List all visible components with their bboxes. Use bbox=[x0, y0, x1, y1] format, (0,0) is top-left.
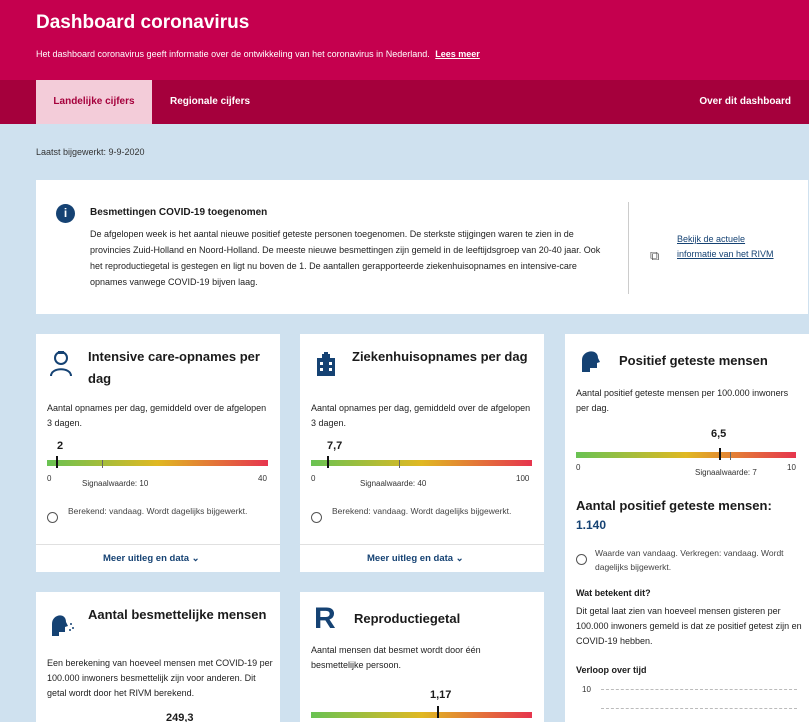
trend-gridline bbox=[601, 708, 797, 709]
ic-signal-label: Signaalwaarde: 10 bbox=[82, 479, 149, 488]
hospital-title: Ziekenhuisopnames per dag bbox=[352, 349, 528, 364]
what-does-it-mean-title: Wat betekent dit? bbox=[576, 588, 651, 598]
hospital-description: Aantal opnames per dag, gemiddeld over d… bbox=[311, 403, 531, 428]
alert-card: i Besmettingen COVID-19 toegenomen De af… bbox=[36, 180, 808, 314]
hospital-divider bbox=[300, 544, 544, 545]
positive-count-title: Aantal positief geteste mensen: bbox=[576, 498, 772, 513]
hospital-icon bbox=[315, 352, 337, 383]
reproduction-description: Aantal mensen dat besmet wordt door één … bbox=[311, 645, 481, 670]
hospital-more-button[interactable]: Meer uitleg en data ⌄ bbox=[367, 553, 464, 564]
positive-signal-marker bbox=[730, 452, 731, 460]
infectious-description: Een berekening van hoeveel mensen met CO… bbox=[47, 658, 273, 698]
hospital-signal-label: Signaalwaarde: 40 bbox=[360, 479, 427, 488]
clock-icon bbox=[576, 554, 587, 565]
head-icon bbox=[578, 346, 602, 379]
hospital-value: 7,7 bbox=[327, 440, 343, 452]
last-updated: Laatst bijgewerkt: 9-9-2020 bbox=[36, 147, 145, 157]
page-title: Dashboard coronavirus bbox=[36, 12, 250, 33]
page-header: Dashboard coronavirus Het dashboard coro… bbox=[0, 0, 809, 80]
clock-icon bbox=[311, 512, 322, 523]
infectious-value: 249,3 bbox=[166, 712, 194, 722]
reproduction-value: 1,17 bbox=[430, 689, 452, 701]
ic-scale-bar bbox=[47, 460, 268, 466]
ic-signal-marker bbox=[102, 460, 103, 468]
hospital-admissions-card: Ziekenhuisopnames per dag Aantal opnames… bbox=[300, 334, 544, 572]
reproduction-scale-bar bbox=[311, 712, 532, 718]
hospital-meta: Berekend: vandaag. Wordt dagelijks bijge… bbox=[332, 506, 512, 516]
hospital-value-marker bbox=[327, 456, 329, 468]
alert-body: De afgelopen week is het aantal nieuwe p… bbox=[90, 229, 601, 287]
positive-meta: Waarde van vandaag. Verkregen: vandaag. … bbox=[595, 548, 784, 572]
ic-divider bbox=[36, 544, 280, 545]
reproduction-card: R Reproductiegetal Aantal mensen dat bes… bbox=[300, 592, 544, 722]
page-subtitle: Het dashboard coronavirus geeft informat… bbox=[36, 49, 480, 59]
reproduction-title: Reproductiegetal bbox=[354, 611, 461, 626]
ic-more-button[interactable]: Meer uitleg en data ⌄ bbox=[103, 553, 200, 564]
positive-title: Positief geteste mensen bbox=[619, 353, 768, 368]
positive-description: Aantal positief geteste mensen per 100.0… bbox=[576, 388, 789, 413]
trend-tick: 10 bbox=[582, 685, 591, 694]
main-nav: Landelijke cijfers Regionale cijfers Ove… bbox=[0, 80, 809, 124]
infectious-title: Aantal besmettelijke mensen bbox=[88, 607, 267, 622]
info-icon: i bbox=[56, 204, 75, 223]
ic-title: Intensive care-opnames per dag bbox=[88, 349, 260, 386]
sneeze-icon bbox=[49, 610, 75, 643]
positive-count: 1.140 bbox=[576, 518, 607, 532]
positive-scale-bar bbox=[576, 452, 796, 458]
tab-landelijke-cijfers[interactable]: Landelijke cijfers bbox=[36, 80, 152, 124]
tab-regionale-cijfers[interactable]: Regionale cijfers bbox=[170, 80, 250, 124]
about-dashboard-link[interactable]: Over dit dashboard bbox=[699, 80, 791, 124]
hospital-scale-bar bbox=[311, 460, 532, 466]
what-does-it-mean-body: Dit getal laat zien van hoeveel mensen g… bbox=[576, 606, 802, 646]
ic-scale-max: 40 bbox=[258, 474, 267, 483]
clock-icon bbox=[47, 512, 58, 523]
ic-admissions-card: Intensive care-opnames per dag Aantal op… bbox=[36, 334, 280, 572]
infectious-card: Aantal besmettelijke mensen Een berekeni… bbox=[36, 592, 280, 722]
hospital-scale-min: 0 bbox=[311, 474, 316, 483]
ic-meta: Berekend: vandaag. Wordt dagelijks bijge… bbox=[68, 506, 248, 516]
external-link-icon: ⧉ bbox=[650, 248, 660, 263]
ic-description: Aantal opnames per dag, gemiddeld over d… bbox=[47, 403, 267, 428]
hospital-signal-marker bbox=[399, 460, 400, 468]
read-more-link[interactable]: Lees meer bbox=[435, 49, 480, 59]
positive-tested-card: Positief geteste mensen Aantal positief … bbox=[565, 334, 809, 722]
positive-signal-label: Signaalwaarde: 7 bbox=[695, 468, 757, 477]
positive-value-marker bbox=[719, 448, 721, 460]
alert-divider bbox=[628, 202, 629, 294]
ic-scale-min: 0 bbox=[47, 474, 52, 483]
hospital-scale-max: 100 bbox=[516, 474, 530, 483]
trend-gridline bbox=[601, 689, 797, 690]
nurse-icon bbox=[49, 350, 73, 383]
ic-value-marker bbox=[56, 456, 58, 468]
reproduction-value-marker bbox=[437, 706, 439, 718]
alert-title: Besmettingen COVID-19 toegenomen bbox=[90, 207, 268, 218]
subtitle-text: Het dashboard coronavirus geeft informat… bbox=[36, 49, 430, 59]
r-icon: R bbox=[314, 602, 336, 635]
positive-scale-max: 10 bbox=[787, 463, 796, 472]
rivm-link[interactable]: Bekijk de actuele informatie van het RIV… bbox=[677, 232, 777, 262]
positive-value: 6,5 bbox=[711, 428, 727, 440]
positive-scale-min: 0 bbox=[576, 463, 581, 472]
trend-title: Verloop over tijd bbox=[576, 665, 647, 675]
ic-value: 2 bbox=[57, 440, 64, 452]
